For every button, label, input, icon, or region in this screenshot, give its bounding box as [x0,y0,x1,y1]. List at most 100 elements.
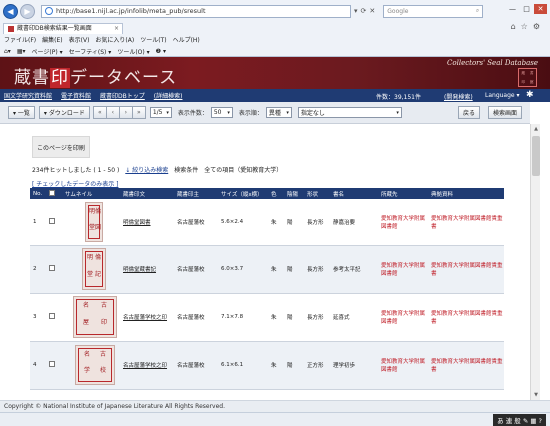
print-page-button[interactable]: このページを印刷 [32,136,90,158]
home-icon[interactable]: ⌂ [511,22,516,31]
settings-gear-icon[interactable]: ⚙ [533,22,540,31]
row-size: 7.1×7.8 [218,293,268,342]
menu-edit[interactable]: 編集(E) [42,35,62,44]
row-source[interactable]: 愛知教育大学附属図書館貴重書 [428,245,504,294]
page-select[interactable]: 1/5 ▾ [149,107,172,118]
address-bar[interactable]: http://base1.nijl.ac.jp/infolib/meta_pub… [41,4,351,18]
sort-order-select[interactable]: 指定なし ▾ [297,107,402,118]
row-checkbox[interactable] [49,313,55,319]
col-seal-text[interactable]: 蔵書印文 [120,188,174,199]
table-row: 3 名古屋印 名古屋藩学校之印 名古屋藩校 7.1×7.8 朱 陽 長方形 延喜… [30,293,504,342]
maximize-button[interactable]: □ [520,4,533,14]
row-source[interactable]: 愛知教育大学附属図書館貴重書 [428,341,504,390]
col-source[interactable]: 典拠資料 [428,188,504,199]
menu-favorites[interactable]: お気に入り(A) [95,35,134,44]
back-button[interactable]: ◀ [3,3,18,19]
gear-icon[interactable]: ✱ [526,90,534,100]
close-window-button[interactable]: ✕ [534,4,547,14]
col-holder[interactable]: 所蔵先 [378,188,428,199]
row-holder[interactable]: 愛知教育大学附属図書館 [378,245,428,294]
results-toolbar: ▾ 一覧 ▾ ダウンロード « ‹ › » 1/5 ▾ 表示件数： 50 ▾ 表示順… [0,102,530,124]
seal-thumbnail[interactable]: 明倫堂図 [85,201,103,242]
cmd-tools[interactable]: ツール(O) ▾ [117,47,149,56]
select-all-checkbox[interactable] [49,189,55,196]
cmd-safety[interactable]: セーフティ(S) ▾ [69,47,112,56]
forward-button[interactable]: ▶ [20,3,35,19]
cmd-help[interactable]: ❷ ▾ [156,48,166,55]
menu-view[interactable]: 表示(V) [69,35,90,44]
row-holder[interactable]: 愛知教育大学附属図書館 [378,199,428,246]
address-url: http://base1.nijl.ac.jp/infolib/meta_pub… [56,7,206,15]
row-seal-text[interactable]: 明倫堂蔵書記 [120,245,174,294]
nav-digital-archive[interactable]: 電子資料館 [61,91,91,100]
row-checkbox[interactable] [49,361,55,367]
row-book: 延喜式 [330,293,378,342]
col-color[interactable]: 色 [268,188,284,199]
col-check[interactable] [46,188,62,199]
search-screen-button[interactable]: 検索画面 [487,106,522,119]
col-no[interactable]: No. [30,188,46,199]
seal-thumbnail[interactable]: 名古屋印 [73,296,117,338]
nav-seal-db-top[interactable]: 蔵書印DBトップ [100,91,145,100]
row-seal-text[interactable]: 名古屋藩学校之印 [120,341,174,390]
row-holder[interactable]: 愛知教育大学附属図書館 [378,293,428,342]
minimize-button[interactable]: — [506,4,519,14]
scroll-up-icon[interactable]: ▲ [531,124,541,134]
search-icon[interactable]: ⌕ [476,7,479,15]
home-small-icon[interactable]: ⌂▾ [4,48,11,55]
favorites-icon[interactable]: ☆ [521,22,528,31]
ime-toolbar[interactable]: あ 連 般 ✎ ▦ ? [493,414,546,426]
compat-icon[interactable]: ▾ [354,7,358,15]
menu-help[interactable]: ヘルプ(H) [173,35,200,44]
show-checked-link[interactable]: [ チェックしたデータのみ表示 ] [32,179,119,188]
refresh-icon[interactable]: ⟳ [361,7,367,15]
seal-thumbnail[interactable]: 明倫堂記 [82,248,106,290]
col-shape[interactable]: 形状 [304,188,330,199]
row-book: 静嘉治要 [330,199,378,246]
col-size[interactable]: サイズ（縦x横） [218,188,268,199]
browser-tab[interactable]: 蔵書印DB検索結果一覧画面 × [3,23,123,34]
refine-search-link[interactable]: ↓ 絞り込み検索 [125,165,168,174]
per-page-select[interactable]: 50 ▾ [210,107,233,118]
page-select-value: 1/5 [152,109,163,116]
col-book[interactable]: 書名 [330,188,378,199]
row-source[interactable]: 愛知教育大学附属図書館貴重書 [428,199,504,246]
row-color: 朱 [268,293,284,342]
row-thumbnail: 名古学校 [62,341,120,390]
nav-advanced-search[interactable]: (詳細検索) [154,91,183,100]
row-checkbox[interactable] [49,217,55,224]
site-navbar: 国文学研究資料館 電子資料館 蔵書印DBトップ (詳細検索) 件数：39,151… [0,89,550,102]
row-yinyang: 陽 [284,199,304,246]
col-yinyang[interactable]: 陰陽 [284,188,304,199]
row-holder[interactable]: 愛知教育大学附属図書館 [378,341,428,390]
menu-file[interactable]: ファイル(F) [4,35,36,44]
download-button[interactable]: ▾ ダウンロード [38,106,90,119]
prev-page-button[interactable]: ‹ [105,106,120,119]
scrollbar-thumb[interactable] [532,136,540,176]
back-page-button[interactable]: 戻る [457,106,480,119]
seal-thumbnail[interactable]: 名古学校 [75,345,115,385]
stamp-char: 印 [521,79,526,84]
first-page-button[interactable]: « [92,106,107,119]
row-source[interactable]: 愛知教育大学附属図書館貴重書 [428,293,504,342]
stop-icon[interactable]: ✕ [369,7,375,15]
search-box[interactable]: Google ⌕ [383,4,484,18]
nav-nijl[interactable]: 国文学研究資料館 [4,91,52,100]
language-select[interactable]: Language ▾ [485,92,520,99]
menu-tools[interactable]: ツール(T) [140,35,166,44]
feed-icon[interactable]: ▦▾ [17,48,26,55]
row-seal-text[interactable]: 名古屋藩学校之印 [120,293,174,342]
tab-close-icon[interactable]: × [114,24,119,34]
nav-dev-search[interactable]: (開発検索) [444,92,473,101]
cmd-page[interactable]: ページ(P) ▾ [32,47,63,56]
col-owner[interactable]: 蔵書印主 [174,188,218,199]
row-checkbox[interactable] [49,265,55,271]
row-seal-text[interactable]: 明倫堂図書 [120,199,174,246]
last-page-button[interactable]: » [131,106,146,119]
next-page-button[interactable]: › [118,106,133,119]
page-scrollbar[interactable]: ▲ ▼ [530,124,540,400]
list-view-button[interactable]: ▾ 一覧 [8,106,35,119]
sort-field-select[interactable]: 異種 ▾ [265,107,292,118]
site-subtitle-en: Collectors' Seal Database [447,59,538,67]
scroll-down-icon[interactable]: ▼ [531,390,541,400]
